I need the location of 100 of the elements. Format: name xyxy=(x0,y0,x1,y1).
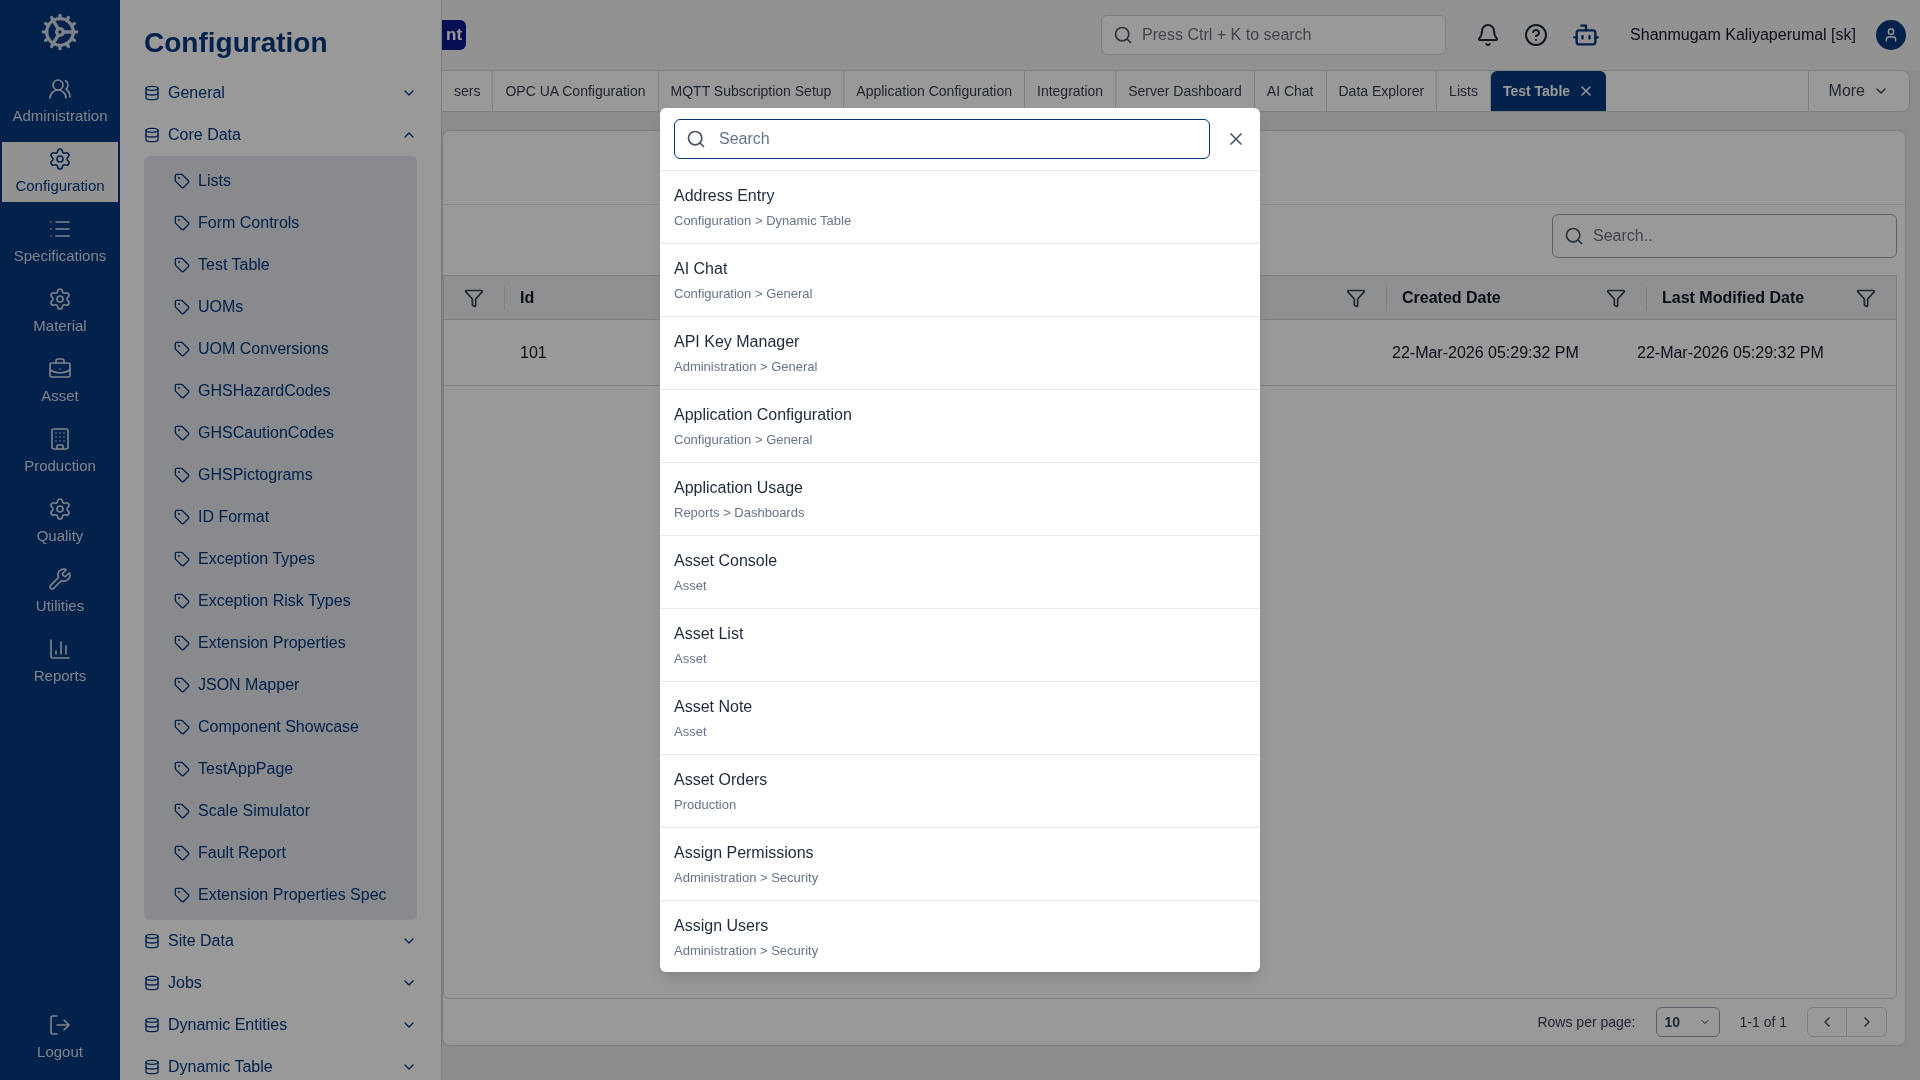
database-icon xyxy=(144,933,160,949)
filter-icon[interactable] xyxy=(1606,287,1626,308)
tab[interactable]: sers xyxy=(442,71,494,111)
submenu-item[interactable]: JSON Mapper xyxy=(144,664,417,706)
tab[interactable]: Lists xyxy=(1437,71,1491,111)
result-path: Administration > Security xyxy=(674,868,819,887)
rail-item[interactable]: Utilities xyxy=(2,562,118,622)
logo-icon xyxy=(40,12,80,52)
tag-icon xyxy=(174,509,190,525)
search-result[interactable]: Application Usage Reports > Dashboards xyxy=(660,463,1260,536)
filter-icon[interactable] xyxy=(1856,287,1876,308)
tag-icon xyxy=(174,635,190,651)
submenu-item[interactable]: ID Format xyxy=(144,496,417,538)
submenu-item[interactable]: Component Showcase xyxy=(144,706,417,748)
search-result[interactable]: Assign Users Administration > Security xyxy=(660,901,1260,972)
rail-item[interactable]: Asset xyxy=(2,352,118,412)
search-result[interactable]: Asset List Asset xyxy=(660,609,1260,682)
tag-icon xyxy=(174,677,190,693)
search-result[interactable]: Asset Orders Production xyxy=(660,755,1260,828)
rail-icon xyxy=(48,636,72,661)
notification-icon[interactable] xyxy=(1476,23,1501,47)
rail-item[interactable]: Material xyxy=(2,282,118,342)
submenu-item[interactable]: GHSCautionCodes xyxy=(144,412,417,454)
logout-button[interactable]: Logout xyxy=(2,1008,118,1068)
avatar-icon[interactable] xyxy=(1876,20,1906,50)
tag-icon xyxy=(174,887,190,903)
section-header[interactable]: Core Data xyxy=(144,114,417,156)
submenu-item[interactable]: Lists xyxy=(144,160,417,202)
result-path: Administration > General xyxy=(674,357,818,376)
filter-icon[interactable] xyxy=(464,287,484,308)
section-header[interactable]: Dynamic Entities xyxy=(144,1004,417,1046)
submenu-item[interactable]: Exception Risk Types xyxy=(144,580,417,622)
section-header[interactable]: General xyxy=(144,72,417,114)
submenu-item[interactable]: Extension Properties Spec xyxy=(144,874,417,916)
rail-icon xyxy=(48,76,72,101)
rows-per-page-label: Rows per page: xyxy=(1537,1012,1636,1032)
tag-icon xyxy=(174,257,190,273)
help-icon[interactable] xyxy=(1524,23,1549,47)
database-icon xyxy=(144,85,160,101)
search-result[interactable]: AI Chat Configuration > General xyxy=(660,244,1260,317)
tag-icon xyxy=(174,593,190,609)
result-title: Assign Users xyxy=(674,915,769,936)
search-result[interactable]: Assign Permissions Administration > Security xyxy=(660,828,1260,901)
global-search-field[interactable]: Press Ctrl + K to search xyxy=(1101,15,1447,55)
app-badge: nt xyxy=(442,20,467,50)
rows-per-page-select[interactable]: 10 xyxy=(1655,1007,1720,1037)
tab[interactable]: OPC UA Configuration xyxy=(493,71,659,111)
result-title: Application Configuration xyxy=(674,404,852,425)
rail-item[interactable]: Specifications xyxy=(2,212,118,272)
submenu-item[interactable]: TestAppPage xyxy=(144,748,417,790)
tag-icon xyxy=(174,425,190,441)
rail-item[interactable]: Administration xyxy=(2,72,118,132)
rail-icon xyxy=(48,566,72,591)
rail-icon xyxy=(48,496,72,521)
column-header[interactable]: Created Date xyxy=(1386,285,1606,310)
database-icon xyxy=(144,127,160,143)
submenu-item[interactable]: Form Controls xyxy=(144,202,417,244)
submenu-item[interactable]: GHSPictograms xyxy=(144,454,417,496)
section-header[interactable]: Dynamic Table xyxy=(144,1046,417,1080)
tab[interactable]: Test Table xyxy=(1490,71,1607,111)
section-header[interactable]: Jobs xyxy=(144,962,417,1004)
search-result[interactable]: Asset Console Asset xyxy=(660,536,1260,609)
rail-item[interactable]: Quality xyxy=(2,492,118,552)
dialog-search-field[interactable]: Search xyxy=(674,119,1210,159)
tag-icon xyxy=(174,341,190,357)
rail-item[interactable]: Configuration xyxy=(2,142,118,202)
table-search-field[interactable]: Search.. xyxy=(1552,214,1897,258)
panel-title: Configuration xyxy=(144,26,329,60)
submenu-item[interactable]: UOM Conversions xyxy=(144,328,417,370)
database-icon xyxy=(144,1059,160,1075)
database-icon xyxy=(144,1017,160,1033)
search-icon xyxy=(686,129,706,149)
tag-icon xyxy=(174,215,190,231)
submenu-item[interactable]: Extension Properties xyxy=(144,622,417,664)
database-icon xyxy=(144,975,160,991)
tab[interactable]: Data Explorer xyxy=(1326,71,1438,111)
search-result[interactable]: Application Configuration Configuration > General xyxy=(660,390,1260,463)
tag-icon xyxy=(174,719,190,735)
search-result[interactable]: Asset Note Asset xyxy=(660,682,1260,755)
search-result[interactable]: API Key Manager Administration > General xyxy=(660,317,1260,390)
column-header[interactable]: Last Modified Date xyxy=(1646,285,1856,310)
result-path: Reports > Dashboards xyxy=(674,503,805,522)
tag-icon xyxy=(174,761,190,777)
rail-item[interactable]: Production xyxy=(2,422,118,482)
search-result[interactable]: Address Entry Configuration > Dynamic Table xyxy=(660,171,1260,244)
submenu-item[interactable]: Scale Simulator xyxy=(144,790,417,832)
rail-icon xyxy=(48,356,72,381)
result-path: Production xyxy=(674,795,737,814)
submenu-item[interactable]: Exception Types xyxy=(144,538,417,580)
submenu-item[interactable]: UOMs xyxy=(144,286,417,328)
tag-icon xyxy=(174,551,190,567)
section-header[interactable]: Site Data xyxy=(144,920,417,962)
submenu-item[interactable]: Test Table xyxy=(144,244,417,286)
result-path: Configuration > Dynamic Table xyxy=(674,211,852,230)
tag-icon xyxy=(174,803,190,819)
more-dropdown[interactable]: More xyxy=(1807,71,1909,111)
filter-icon[interactable] xyxy=(1346,287,1366,308)
rail-item[interactable]: Reports xyxy=(2,632,118,692)
submenu-item[interactable]: GHSHazardCodes xyxy=(144,370,417,412)
submenu-item[interactable]: Fault Report xyxy=(144,832,417,874)
